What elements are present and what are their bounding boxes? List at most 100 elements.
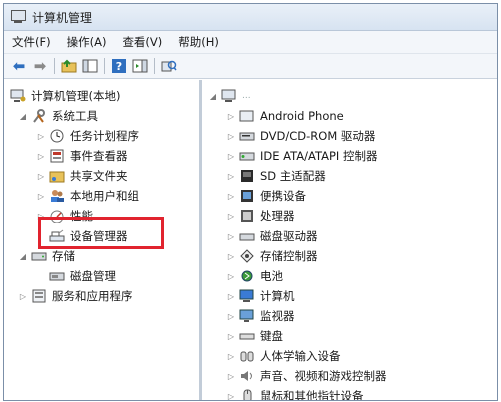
device-category[interactable]: ▷ 鼠标和其他指针设备 [226,386,364,401]
tree-item-shared-folders[interactable]: ▷ 共享文件夹 [36,166,128,186]
tree-item-disk-management[interactable]: 磁盘管理 [49,266,116,286]
device-label: 便携设备 [260,189,306,203]
keyboard-icon [239,329,255,343]
device-label: 存储控制器 [260,249,318,263]
device-category[interactable]: ▷ 人体学输入设备 [226,346,341,366]
device-category[interactable]: ▷ 键盘 [226,326,283,346]
tree-item-event-viewer[interactable]: ▷ 事件查看器 [36,146,128,166]
device-label: 计算机 [260,289,295,303]
toolbar-separator [154,58,155,74]
device-category[interactable]: ▷ IDE ATA/ATAPI 控制器 [226,146,378,166]
device-label: 人体学输入设备 [260,349,341,363]
computer-management-icon [10,10,26,24]
expand-arrow-icon[interactable]: ▷ [226,392,236,401]
menu-file[interactable]: 文件(F) [12,34,51,50]
forward-button[interactable]: ➡ [31,57,49,75]
processor-icon [239,209,255,223]
device-category[interactable]: ▷ 便携设备 [226,186,306,206]
expand-arrow-icon[interactable]: ▷ [226,292,236,301]
help-button[interactable]: ? [110,57,128,75]
tree-item-system-tools[interactable]: ◢ 系统工具 [18,106,98,126]
action-pane-button[interactable] [131,57,149,75]
clock-icon [49,129,65,143]
device-label: 磁盘驱动器 [260,229,318,243]
storage-controller-icon [239,249,255,263]
device-label: IDE ATA/ATAPI 控制器 [260,149,378,163]
action-pane-icon [132,59,148,73]
tree-item-task-scheduler[interactable]: ▷ 任务计划程序 [36,126,139,146]
device-label: Android Phone [260,109,344,123]
forward-arrow-icon: ➡ [33,56,47,75]
tree-item-storage[interactable]: ◢ 存储 [18,246,75,266]
window-title: 计算机管理 [32,10,93,25]
menu-help[interactable]: 帮助(H) [178,34,219,50]
show-hide-tree-button[interactable] [81,57,99,75]
tree-label: 事件查看器 [70,149,128,163]
collapse-arrow-icon[interactable]: ◢ [18,252,28,261]
title-bar: 计算机管理 [4,4,497,31]
expand-arrow-icon[interactable]: ▷ [226,152,236,161]
scan-hardware-button[interactable] [160,57,178,75]
expand-arrow-icon[interactable]: ▷ [226,172,236,181]
device-category[interactable]: ▷ 磁盘驱动器 [226,226,318,246]
tree-label: 计算机管理(本地) [31,89,121,103]
dvd-drive-icon [239,129,255,143]
storage-icon [31,249,47,263]
scan-hardware-icon [161,60,177,72]
device-root[interactable]: ◢ ... [208,86,251,106]
expand-arrow-icon[interactable]: ▷ [226,352,236,361]
expand-arrow-icon[interactable]: ▷ [226,272,236,281]
toolbar-separator [104,58,105,74]
event-viewer-icon [49,149,65,163]
folder-up-icon [61,59,77,73]
sound-icon [239,369,255,383]
tree-item-root[interactable]: 计算机管理(本地) [10,86,120,106]
computer-icon [221,89,237,103]
portable-device-icon [239,189,255,203]
console-tree-icon [82,59,98,73]
expand-arrow-icon[interactable]: ▷ [36,192,46,201]
expand-arrow-icon[interactable]: ▷ [36,152,46,161]
device-label: 处理器 [260,209,295,223]
device-category[interactable]: ▷ SD 主适配器 [226,166,326,186]
expand-arrow-icon[interactable]: ▷ [226,192,236,201]
up-folder-button[interactable] [60,57,78,75]
device-category[interactable]: ▷ DVD/CD-ROM 驱动器 [226,126,375,146]
device-category[interactable]: ▷ 监视器 [226,306,295,326]
device-category[interactable]: ▷ 处理器 [226,206,295,226]
device-label: SD 主适配器 [260,169,326,183]
computer-management-window: 计算机管理 文件(F) 操作(A) 查看(V) 帮助(H) ⬅ ➡ ? 计算机管… [3,3,498,401]
collapse-arrow-icon[interactable]: ◢ [208,92,218,101]
device-category[interactable]: ▷ 存储控制器 [226,246,318,266]
help-icon: ? [112,59,126,73]
toolbar-separator [54,58,55,74]
tree-item-services-apps[interactable]: ▷ 服务和应用程序 [18,286,133,306]
expand-arrow-icon[interactable]: ▷ [226,132,236,141]
device-category[interactable]: ▷ Android Phone [226,106,344,126]
device-root-label: ... [242,91,251,101]
menu-view[interactable]: 查看(V) [122,34,162,50]
device-category[interactable]: ▷ 声音、视频和游戏控制器 [226,366,387,386]
monitor-icon [239,309,255,323]
expand-arrow-icon[interactable]: ▷ [36,172,46,181]
expand-arrow-icon[interactable]: ▷ [226,232,236,241]
tree-label: 本地用户和组 [70,189,139,203]
expand-arrow-icon[interactable]: ▷ [226,212,236,221]
console-tree-pane: 计算机管理(本地) ◢ 系统工具 ▷ 任务计划程序 ▷ 事件查看器 ▷ 共享文件 [4,80,202,400]
back-button[interactable]: ⬅ [10,57,28,75]
expand-arrow-icon[interactable]: ▷ [18,292,28,301]
expand-arrow-icon[interactable]: ▷ [36,132,46,141]
expand-arrow-icon[interactable]: ▷ [226,312,236,321]
expand-arrow-icon[interactable]: ▷ [226,332,236,341]
menu-action[interactable]: 操作(A) [67,34,107,50]
expand-arrow-icon[interactable]: ▷ [226,252,236,261]
expand-arrow-icon[interactable]: ▷ [226,112,236,121]
device-category[interactable]: ▷ 电池 [226,266,283,286]
tree-item-local-users[interactable]: ▷ 本地用户和组 [36,186,139,206]
highlight-box [38,217,164,249]
menu-bar: 文件(F) 操作(A) 查看(V) 帮助(H) [4,31,497,54]
device-category[interactable]: ▷ 计算机 [226,286,295,306]
users-icon [49,189,65,203]
collapse-arrow-icon[interactable]: ◢ [18,112,28,121]
expand-arrow-icon[interactable]: ▷ [226,372,236,381]
